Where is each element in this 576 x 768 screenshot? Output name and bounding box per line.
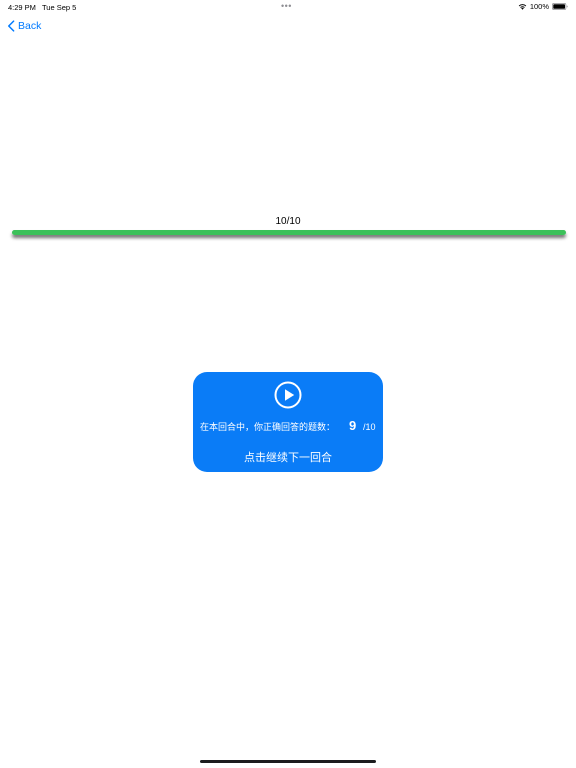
battery-full-icon [552,3,568,10]
continue-label: 点击继续下一回合 [244,452,332,464]
score-value: 9 [349,418,357,433]
score-total: /10 [363,422,376,432]
progress-label: 10/10 [275,216,301,227]
status-indicators: 100% [518,2,568,11]
chevron-left-icon [8,20,15,32]
back-label: Back [18,20,42,32]
progress-fill [12,230,566,235]
multitasking-dots[interactable]: ••• [281,1,292,11]
continue-round-button[interactable]: 在本回合中，你正确回答的题数： 9 /10 点击继续下一回合 [193,372,383,472]
progress-bar [12,230,566,235]
play-circle-icon [274,381,302,409]
battery-percent: 100% [529,2,549,11]
screen: 4:29 PM Tue Sep 5 ••• 100% Back 10/10 在本… [0,0,576,768]
status-time: 4:29 PM [8,3,36,12]
status-date: Tue Sep 5 [42,3,77,12]
score-label: 在本回合中，你正确回答的题数： [200,422,336,432]
back-button[interactable]: Back [7,20,41,32]
status-bar: 4:29 PM Tue Sep 5 ••• 100% [0,0,576,14]
wifi-icon [518,4,527,10]
home-indicator[interactable] [200,760,376,763]
